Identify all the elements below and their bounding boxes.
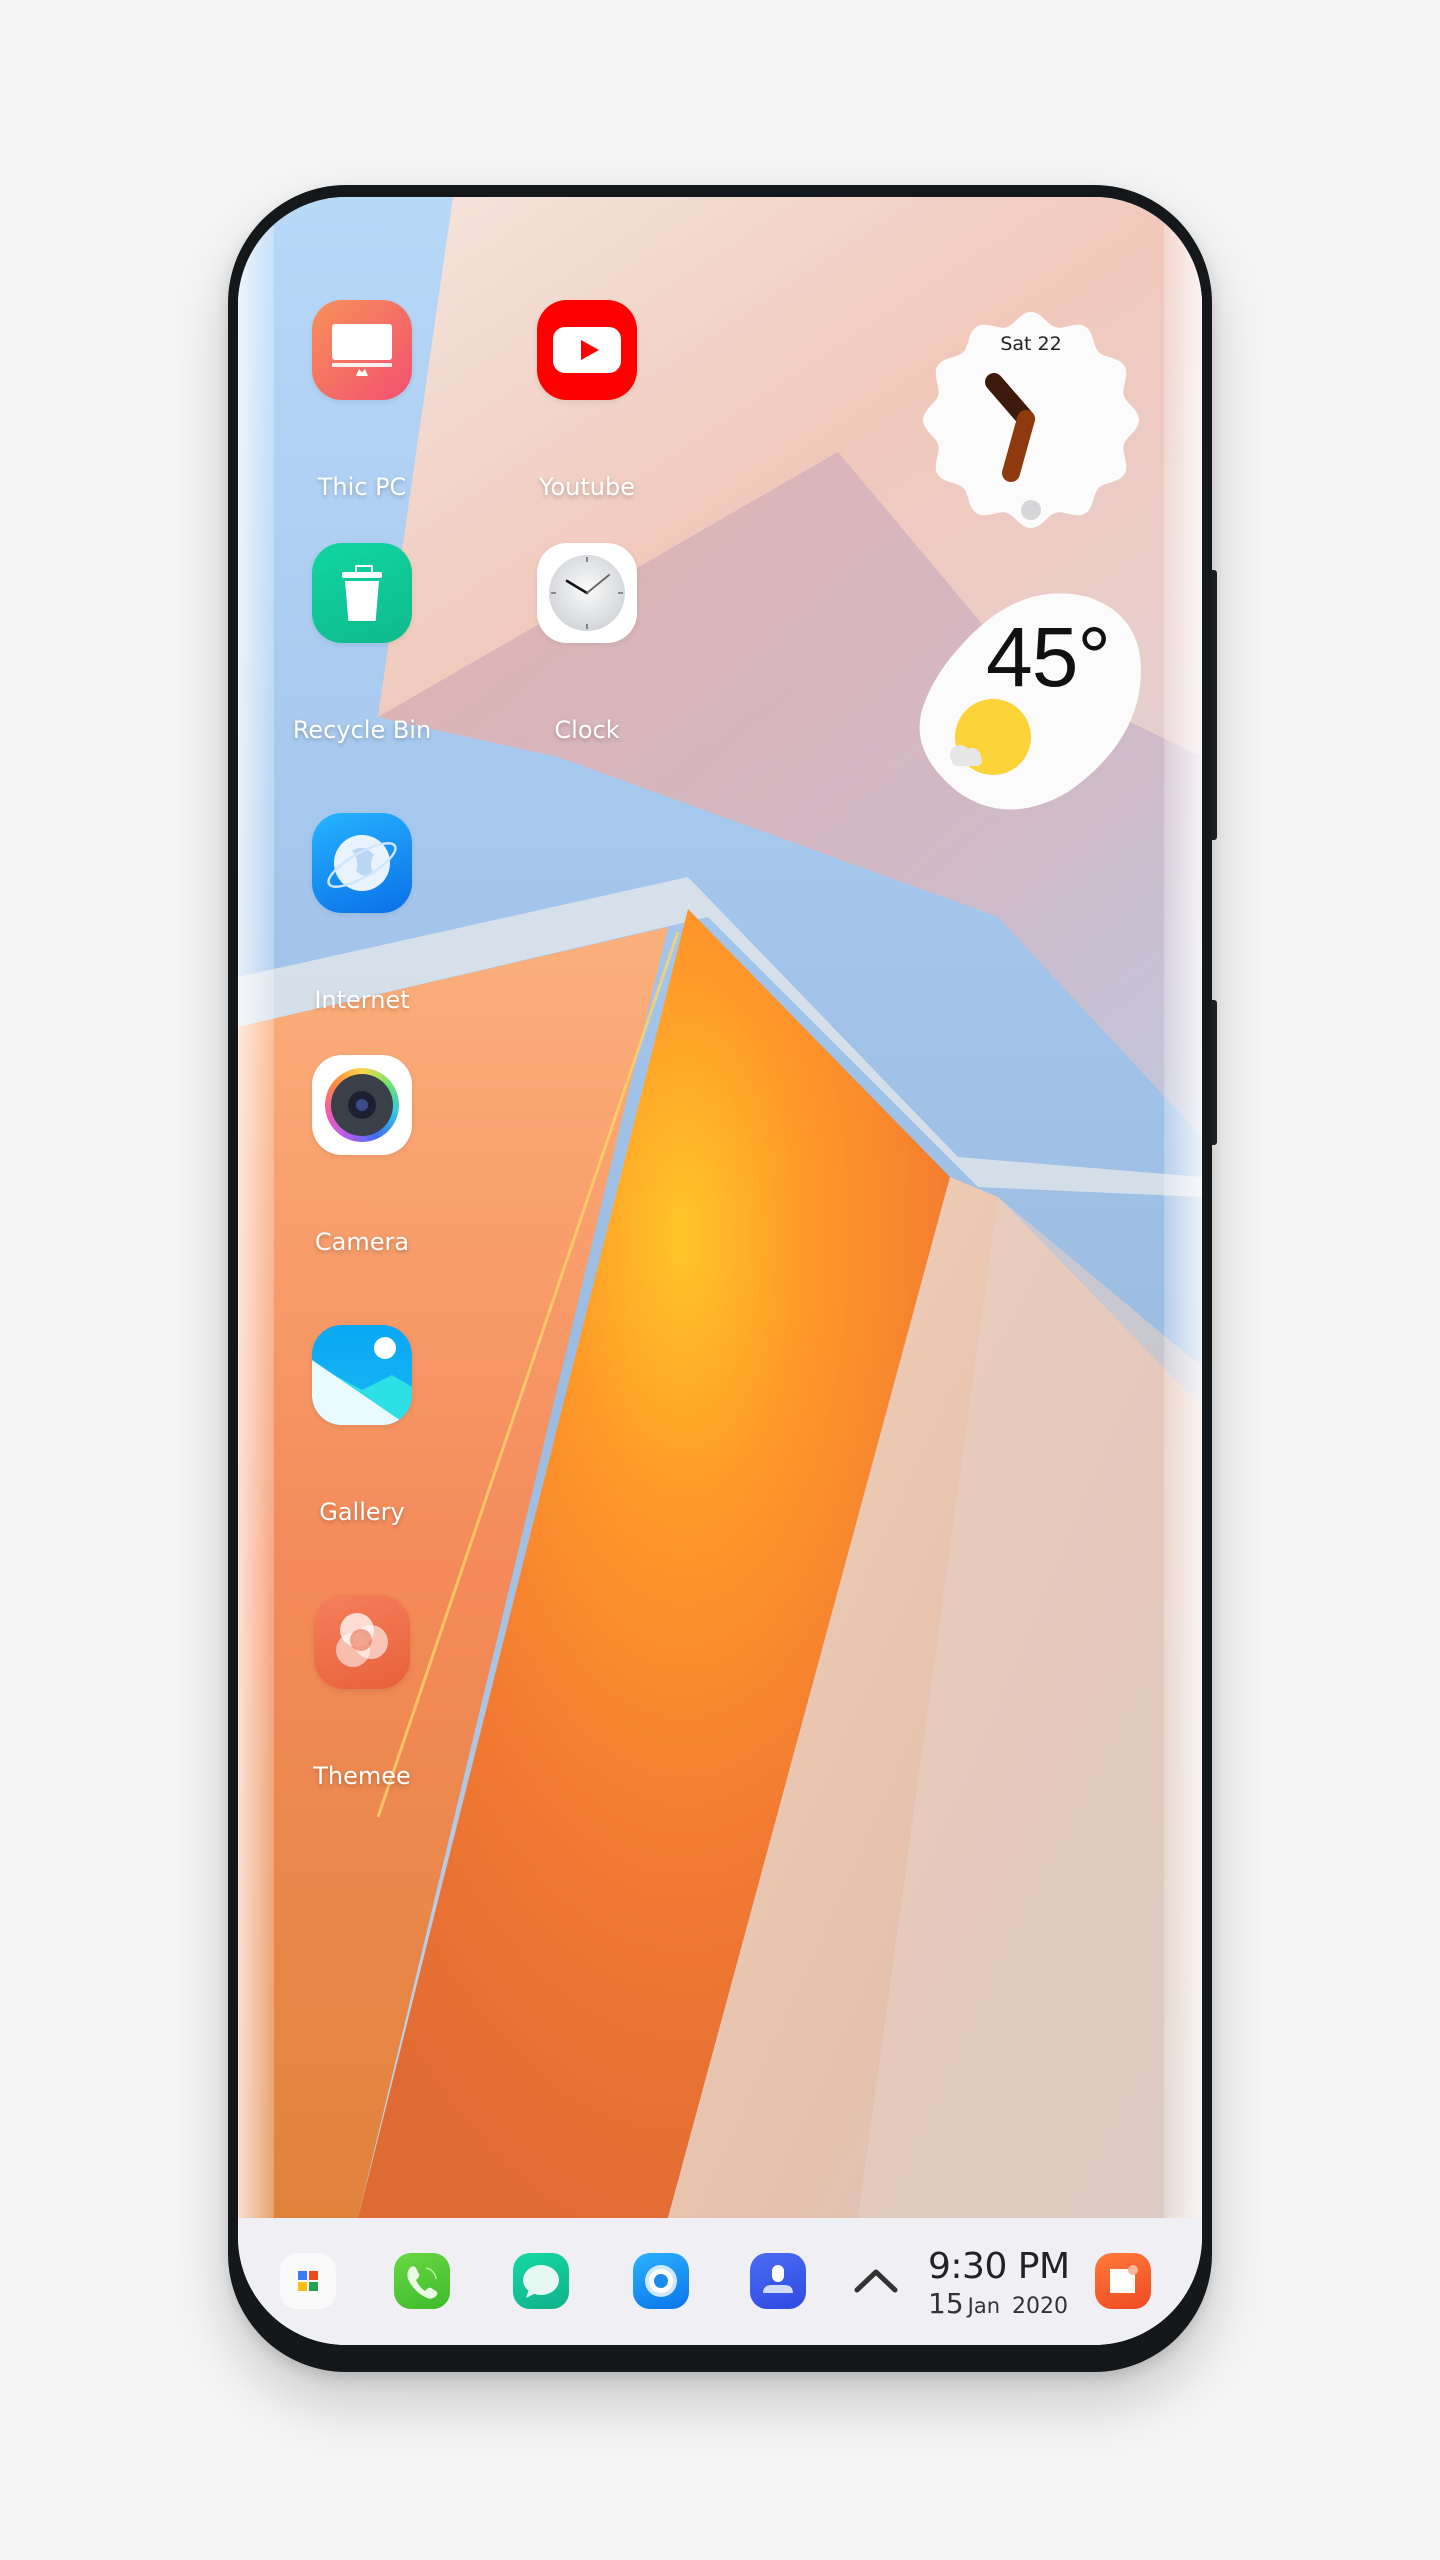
app-youtube[interactable]: Youtube: [507, 300, 667, 501]
app-clock[interactable]: Clock: [507, 543, 667, 744]
app-label: Camera: [314, 1228, 410, 1256]
edge-right-glow: [1164, 197, 1202, 2218]
message-bubble-icon: [523, 2265, 559, 2298]
app-this-pc[interactable]: Thic PC: [282, 300, 442, 501]
app-grid-icon: [298, 2271, 318, 2291]
youtube-play-icon: [537, 300, 637, 400]
app-label: Thic PC: [317, 473, 407, 501]
app-gallery[interactable]: Gallery: [282, 1325, 442, 1526]
phone-icon: [407, 2266, 438, 2299]
dock-notes[interactable]: [1095, 2253, 1151, 2309]
app-recycle-bin[interactable]: Recycle Bin: [282, 543, 442, 744]
power-button[interactable]: [1211, 1000, 1217, 1145]
chevron-up-icon[interactable]: [853, 2266, 899, 2294]
app-label: Clock: [554, 716, 620, 744]
ring-browser-icon: [645, 2265, 677, 2297]
date-month: Jan: [967, 2294, 1001, 2318]
dock-phone[interactable]: [394, 2253, 450, 2309]
home-screen: Thic PC Youtube Recycle Bin Clock Intern…: [238, 197, 1202, 2345]
app-internet[interactable]: Internet: [282, 813, 442, 1014]
minute-hand: [1002, 410, 1035, 482]
app-camera[interactable]: Camera: [282, 1055, 442, 1256]
app-label: Gallery: [319, 1498, 405, 1526]
volume-button[interactable]: [1211, 570, 1217, 840]
contact-person-icon: [763, 2265, 793, 2293]
edge-left-glow: [238, 197, 274, 2218]
sun-cloud-icon: [950, 699, 1031, 775]
taskbar-time[interactable]: 9:30 PM: [928, 2246, 1070, 2287]
taskbar-date[interactable]: 15 Jan 2020: [928, 2287, 1068, 2320]
gallery-mountain-icon: [312, 1325, 412, 1425]
app-themee[interactable]: Themee: [282, 1595, 442, 1790]
dock-app-drawer[interactable]: [280, 2253, 336, 2309]
clock-widget[interactable]: Sat 22: [918, 307, 1144, 533]
app-label: Youtube: [539, 473, 635, 501]
weather-widget[interactable]: 45°: [918, 587, 1144, 817]
date-day: 15: [928, 2287, 964, 2320]
swirl-icon: [314, 1595, 410, 1689]
phone-frame: Thic PC Youtube Recycle Bin Clock Intern…: [228, 185, 1217, 2372]
dock-contacts[interactable]: [750, 2253, 806, 2309]
notes-icon: [1110, 2265, 1138, 2293]
camera-lens-icon: [312, 1055, 412, 1155]
dock-messages[interactable]: [513, 2253, 569, 2309]
app-label: Internet: [314, 986, 410, 1014]
clock-hands: [985, 373, 1041, 520]
app-label: Recycle Bin: [292, 716, 432, 744]
clock-seconds-dot: [1021, 500, 1041, 520]
globe-icon: [312, 813, 412, 913]
dock-taskbar: 9:30 PM 15 Jan 2020: [238, 2218, 1202, 2345]
monitor-icon: [312, 300, 412, 400]
date-year: 2020: [1012, 2294, 1069, 2319]
trash-icon: [312, 543, 412, 643]
dock-browser[interactable]: [633, 2253, 689, 2309]
analog-clock-icon: [537, 543, 637, 643]
app-label: Themee: [313, 1762, 411, 1790]
